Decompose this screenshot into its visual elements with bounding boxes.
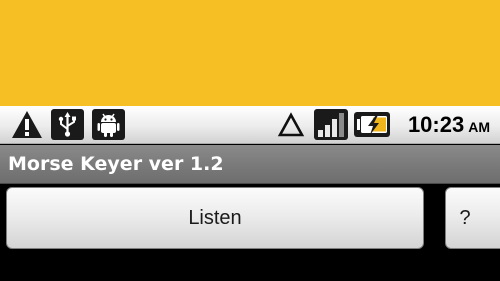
top-area <box>0 0 500 106</box>
listen-button[interactable]: Listen <box>6 187 424 249</box>
status-bar: 10:23 AM <box>0 106 500 144</box>
status-time: 10:23 <box>407 112 465 137</box>
android-debug-icon <box>92 109 125 140</box>
status-ampm: AM <box>468 119 490 135</box>
title-bar: Morse Keyer ver 1.2 <box>0 145 500 184</box>
signal-icon <box>314 109 348 140</box>
status-clock: 10:23 AM <box>408 106 500 144</box>
usb-icon <box>51 109 84 140</box>
warning-icon <box>12 111 42 138</box>
app-title: Morse Keyer ver 1.2 <box>8 153 224 175</box>
help-button[interactable]: ? <box>445 187 500 249</box>
no-data-triangle-icon <box>277 112 305 137</box>
battery-charging-icon <box>354 112 390 137</box>
